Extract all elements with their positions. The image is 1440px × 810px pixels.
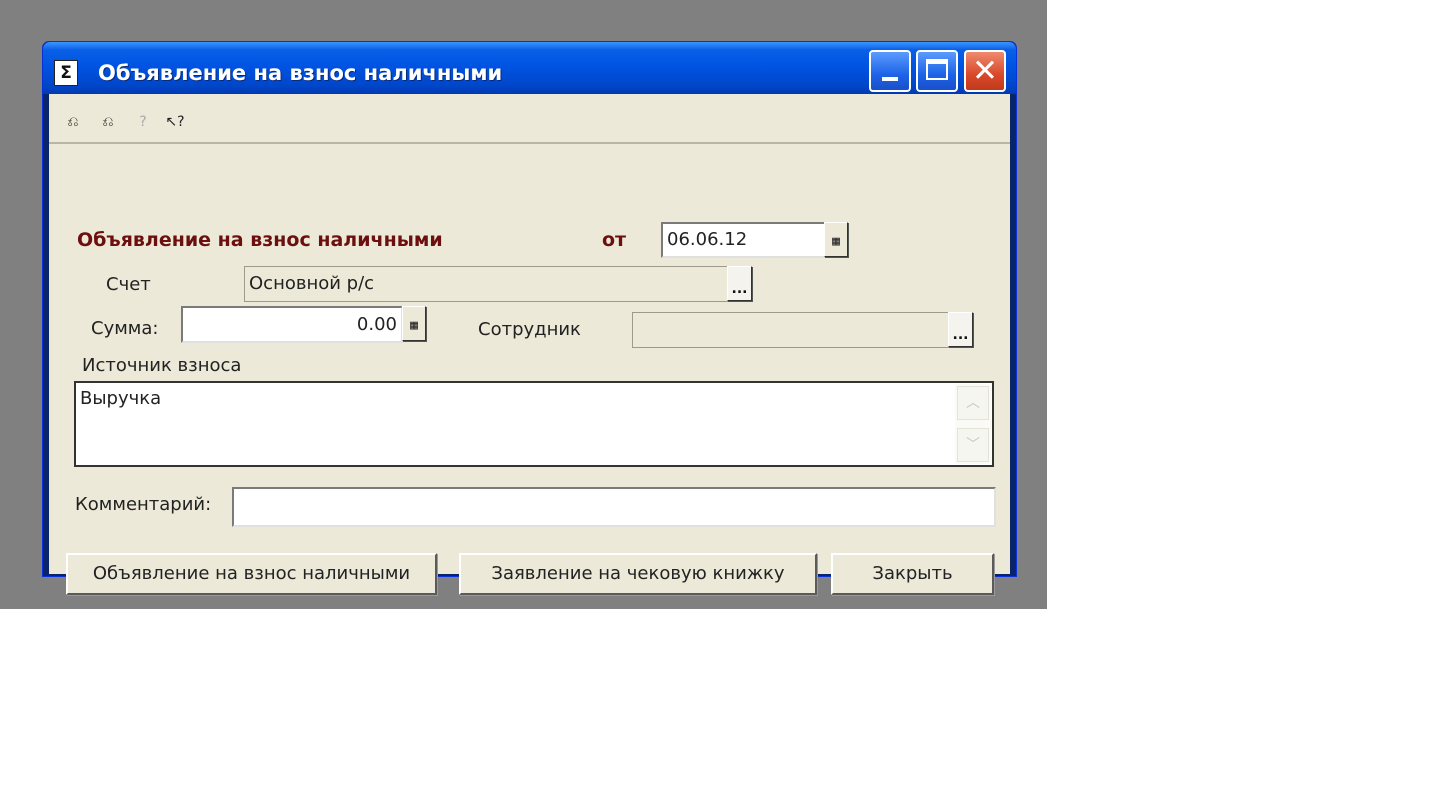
close-button[interactable]: Закрыть [831,553,994,595]
toolbar: ⎌ ⎌ ? ↖? [49,94,1010,144]
dialog-client-area: ⎌ ⎌ ? ↖? Объявление на взнос наличными о… [49,94,1010,595]
window-title: Объявление на взнос наличными [98,61,503,85]
calculator-button[interactable]: ▦ [402,306,426,341]
employee-label: Сотрудник [478,319,581,340]
scroll-down-icon[interactable]: ﹀ [957,428,989,462]
maximize-button[interactable] [916,50,958,92]
date-label: от [602,229,627,251]
calendar-icon: ▦ [832,234,840,249]
comment-field[interactable] [232,487,996,527]
minimize-button[interactable] [869,50,911,92]
close-icon: ✕ [972,53,998,89]
document-title: Объявление на взнос наличными [77,229,443,251]
scroll-up-icon[interactable]: ︿ [957,386,989,420]
date-field[interactable]: 06.06.12 [661,222,827,258]
calculator-icon: ▦ [410,318,418,333]
help-icon[interactable]: ? [131,111,155,133]
deposit-notice-button[interactable]: Объявление на взнос наличными [66,553,437,595]
close-window-button[interactable]: ✕ [964,50,1006,92]
title-bar[interactable]: Σ Объявление на взнос наличными ✕ [43,42,1016,94]
sum-label: Сумма: [91,318,159,339]
source-scrollbar[interactable]: ︿ ﹀ [955,384,991,464]
checkbook-request-button[interactable]: Заявление на чековую книжку [459,553,817,595]
copy-record-icon[interactable]: ⎌ [96,111,120,133]
calendar-button[interactable]: ▦ [824,222,848,257]
source-text: Выручка [80,388,162,409]
context-help-icon[interactable]: ↖? [163,111,187,133]
new-record-icon[interactable]: ⎌ [61,111,85,133]
sum-field[interactable]: 0.00 [181,306,403,343]
source-label: Источник взноса [82,355,242,376]
app-sigma-icon: Σ [54,60,78,86]
dialog-window: Σ Объявление на взнос наличными ✕ ⎌ ⎌ ? … [42,41,1017,595]
comment-label: Комментарий: [75,494,212,515]
employee-select-button[interactable]: ... [948,312,973,347]
account-field[interactable]: Основной р/с [244,266,729,302]
employee-field[interactable] [632,312,952,348]
account-select-button[interactable]: ... [727,266,752,301]
account-label: Счет [106,274,151,295]
source-textarea[interactable]: Выручка ︿ ﹀ [74,381,994,467]
